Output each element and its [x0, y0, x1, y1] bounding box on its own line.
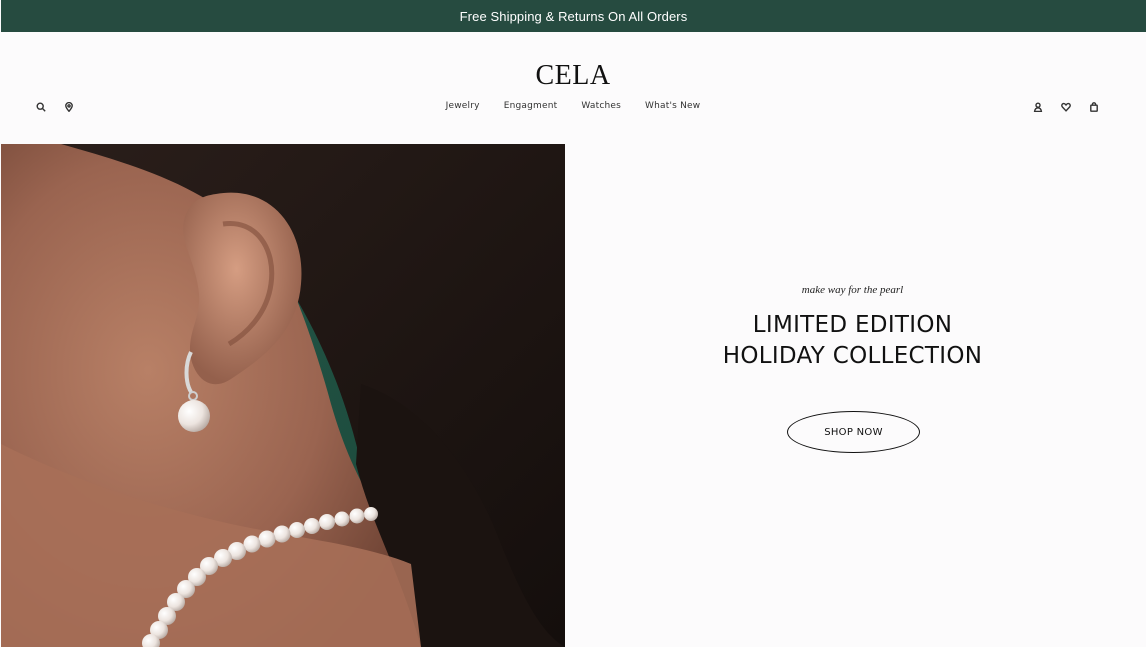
nav-item-watches[interactable]: Watches	[581, 101, 621, 111]
wishlist-heart-icon[interactable]	[1059, 100, 1073, 114]
promo-text: Free Shipping & Returns On All Orders	[459, 8, 688, 24]
account-icon[interactable]	[1031, 100, 1045, 114]
hero-copy-panel: make way for the pearl LIMITED EDITION H…	[565, 144, 1146, 647]
brand-logo[interactable]: CELA	[0, 60, 1146, 92]
hero-headline: LIMITED EDITION HOLIDAY COLLECTION	[565, 310, 1140, 372]
hero-tagline: make way for the pearl	[801, 284, 904, 296]
site-header: CELA Jewelry Engagment Watches What's Ne…	[0, 32, 1146, 144]
hero-image-pearl-earring[interactable]	[1, 144, 565, 647]
nav-item-jewelry[interactable]: Jewelry	[446, 101, 480, 111]
shop-now-button[interactable]: SHOP NOW	[787, 411, 920, 453]
headline-line-1: LIMITED EDITION	[752, 312, 953, 338]
shopping-bag-icon[interactable]	[1087, 100, 1101, 114]
nav-item-whats-new[interactable]: What's New	[645, 101, 700, 111]
hero-photo-illustration	[1, 144, 565, 647]
headline-line-2: HOLIDAY COLLECTION	[722, 343, 983, 369]
nav-item-engagment[interactable]: Engagment	[504, 101, 558, 111]
main-nav: Jewelry Engagment Watches What's New	[0, 101, 1146, 111]
promo-bar: Free Shipping & Returns On All Orders	[1, 0, 1146, 32]
